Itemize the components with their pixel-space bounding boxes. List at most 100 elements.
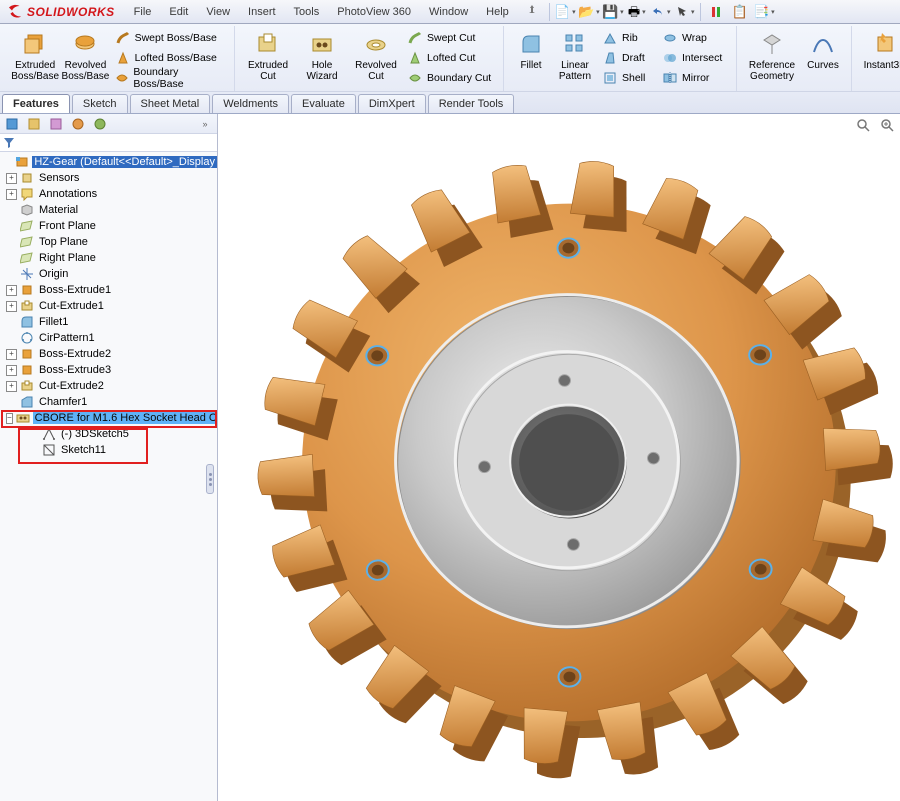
lofted-cut-button[interactable]: Lofted Cut [403,48,497,68]
tree-item[interactable]: Top Plane [2,234,217,250]
fm-tab-display[interactable] [90,115,110,133]
tab-sheetmetal[interactable]: Sheet Metal [130,94,211,113]
reference-geometry-button[interactable]: Reference Geometry [743,28,801,84]
feature-filter-row[interactable] [0,134,217,152]
tree-item-label: Boss-Extrude1 [37,284,113,296]
menu-pin-icon[interactable] [518,2,546,21]
options-button[interactable]: 📋 [729,2,751,22]
ribbon-label: Hole Wizard [295,60,349,82]
undo-button[interactable]: ▾ [650,2,672,22]
tab-features[interactable]: Features [2,94,70,113]
app-name: SOLIDWORKS [27,5,115,19]
tab-evaluate[interactable]: Evaluate [291,94,356,113]
boundary-boss-button[interactable]: Boundary Boss/Base [111,68,228,88]
ribbon-label: Revolved Boss/Base [60,60,110,82]
zoom-area-icon[interactable] [878,116,896,134]
tree-item-label: Chamfer1 [37,396,89,408]
tree-item[interactable]: +Boss-Extrude1 [2,282,217,298]
annot-icon [20,187,34,201]
tree-item[interactable]: Material [2,202,217,218]
rib-button[interactable]: Rib [598,28,658,48]
tree-item[interactable]: Chamfer1 [2,394,217,410]
material-icon [20,203,34,217]
tree-item-sketch[interactable]: Sketch11 [2,442,217,458]
tree-item[interactable]: +Cut-Extrude2 [2,378,217,394]
tree-item-3dsketch[interactable]: (-) 3DSketch5 [2,426,217,442]
shell-button[interactable]: Shell [598,68,658,88]
extruded-boss-button[interactable]: Extruded Boss/Base [10,28,60,84]
ribbon-label: Mirror [682,72,709,84]
revolved-cut-button[interactable]: Revolved Cut [349,28,403,84]
tree-item-cbore[interactable]: − CBORE for M1.6 Hex Socket Head Ca [2,410,217,426]
menubar: SOLIDWORKS File Edit View Insert Tools P… [0,0,900,24]
hole-wizard-button[interactable]: Hole Wizard [295,28,349,84]
lofted-boss-button[interactable]: Lofted Boss/Base [111,48,228,68]
feature-tree: HZ-Gear (Default<<Default>_Display +Sens… [0,152,217,801]
sketch-icon [42,443,56,457]
swept-cut-button[interactable]: Swept Cut [403,28,497,48]
rebuild-button[interactable] [705,2,727,22]
tree-root[interactable]: HZ-Gear (Default<<Default>_Display [2,154,217,170]
instant3d-button[interactable]: Instant3D [858,28,900,73]
tree-item[interactable]: +Boss-Extrude2 [2,346,217,362]
tab-rendertools[interactable]: Render Tools [428,94,515,113]
tab-weldments[interactable]: Weldments [212,94,289,113]
tree-item[interactable]: CirPattern1 [2,330,217,346]
fm-tab-dimxpert[interactable] [68,115,88,133]
fillet-button[interactable]: Fillet [510,28,552,73]
extruded-cut-button[interactable]: Extruded Cut [241,28,295,84]
boundary-cut-button[interactable]: Boundary Cut [403,68,497,88]
tree-item[interactable]: Right Plane [2,250,217,266]
new-doc-button[interactable]: 📄▾ [554,2,576,22]
fm-tab-property[interactable] [24,115,44,133]
tree-item[interactable]: Front Plane [2,218,217,234]
ribbon-label: Instant3D [864,60,900,71]
fm-tab-config[interactable] [46,115,66,133]
fillet-icon [20,315,34,329]
menu-help[interactable]: Help [477,3,518,21]
menu-file[interactable]: File [125,3,161,21]
part-icon [15,155,29,169]
menu-view[interactable]: View [197,3,239,21]
menu-edit[interactable]: Edit [160,3,197,21]
revolved-boss-button[interactable]: Revolved Boss/Base [60,28,110,84]
linear-pattern-button[interactable]: Linear Pattern [552,28,598,84]
mirror-button[interactable]: Mirror [658,68,730,88]
tree-item[interactable]: +Sensors [2,170,217,186]
settings-button[interactable]: 📑▾ [753,2,775,22]
tab-sketch[interactable]: Sketch [72,94,128,113]
tree-item[interactable]: +Annotations [2,186,217,202]
tree-item[interactable]: Origin [2,266,217,282]
draft-button[interactable]: Draft [598,48,658,68]
tree-item[interactable]: Fillet1 [2,314,217,330]
ribbon-group-cut: Extruded Cut Hole Wizard Revolved Cut Sw… [235,26,504,91]
plane-icon [20,219,34,233]
graphics-viewport[interactable] [218,114,900,801]
fm-tab-tree[interactable] [2,115,22,133]
boss-icon [20,347,34,361]
intersect-button[interactable]: Intersect [658,48,730,68]
curves-button[interactable]: Curves [801,28,845,73]
menu-insert[interactable]: Insert [239,3,285,21]
ribbon-label: Lofted Cut [427,52,475,64]
command-manager-ribbon: Extruded Boss/Base Revolved Boss/Base Sw… [0,24,900,92]
open-doc-button[interactable]: 📂▾ [578,2,600,22]
tree-item[interactable]: +Boss-Extrude3 [2,362,217,378]
menu-window[interactable]: Window [420,3,477,21]
ribbon-label: Swept Cut [427,32,475,44]
fm-expand-button[interactable]: » [195,115,215,133]
panel-splitter-handle[interactable] [206,464,214,494]
sensor-icon [20,171,34,185]
zoom-fit-icon[interactable] [854,116,872,134]
print-button[interactable]: 🖶▾ [626,2,648,22]
ribbon-label: Intersect [682,52,722,64]
tree-item[interactable]: +Cut-Extrude1 [2,298,217,314]
menu-tools[interactable]: Tools [285,3,329,21]
tab-dimxpert[interactable]: DimXpert [358,94,426,113]
select-button[interactable]: ▾ [674,2,696,22]
tree-item-label: Material [37,204,80,216]
swept-boss-button[interactable]: Swept Boss/Base [111,28,228,48]
menu-photoview360[interactable]: PhotoView 360 [328,3,420,21]
wrap-button[interactable]: Wrap [658,28,730,48]
save-button[interactable]: 💾▾ [602,2,624,22]
